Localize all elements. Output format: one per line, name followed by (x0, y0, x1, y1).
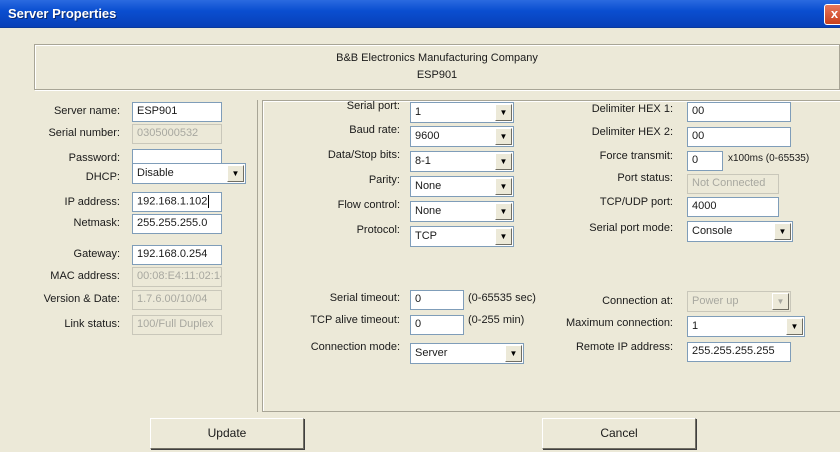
force-transmit-range: x100ms (0-65535) (728, 153, 810, 164)
chevron-down-icon[interactable]: ▼ (495, 128, 512, 145)
gateway-label: Gateway: (73, 248, 120, 260)
connection-mode-label: Connection mode: (310, 341, 400, 353)
delimiter-hex-2-label: Delimiter HEX 2: (591, 126, 673, 138)
ip-address-value: 192.168.1.102 (137, 195, 208, 208)
serial-port-mode-label: Serial port mode: (589, 222, 673, 234)
dhcp-value: Disable (137, 167, 174, 179)
chevron-down-icon[interactable]: ▼ (505, 345, 522, 362)
connection-mode-value: Server (415, 347, 448, 359)
mac-address-label: MAC address: (50, 270, 120, 282)
cancel-button[interactable]: Cancel (542, 418, 696, 449)
text-cursor (208, 195, 210, 208)
mac-address-field: 00:08:E4:11:02:14 (132, 267, 222, 287)
serial-number-label: Serial number: (48, 127, 120, 139)
chevron-down-icon[interactable]: ▼ (495, 178, 512, 195)
header-panel: B&B Electronics Manufacturing Company ES… (34, 44, 840, 90)
close-icon[interactable]: x (824, 4, 840, 25)
serial-port-value: 1 (415, 106, 422, 118)
remote-ip-label: Remote IP address: (575, 341, 673, 353)
gateway-input[interactable]: 192.168.0.254 (132, 245, 222, 265)
title-bar: Server Properties x (0, 0, 840, 28)
remote-ip-input[interactable]: 255.255.255.255 (687, 342, 791, 362)
dhcp-select[interactable]: Disable ▼ (132, 163, 246, 184)
serial-port-label: Serial port: (346, 100, 400, 112)
netmask-input[interactable]: 255.255.255.0 (132, 214, 222, 234)
connection-at-label: Connection at: (602, 295, 673, 307)
connection-at-value: Power up (692, 295, 739, 307)
serial-port-mode-select[interactable]: Console ▼ (687, 221, 793, 242)
baud-rate-value: 9600 (415, 130, 440, 142)
protocol-select[interactable]: TCP ▼ (410, 226, 514, 247)
version-date-field: 1.7.6.00/10/04 (132, 290, 222, 310)
chevron-down-icon[interactable]: ▼ (786, 318, 803, 335)
serial-port-mode-value: Console (692, 225, 733, 237)
flow-control-select[interactable]: None ▼ (410, 201, 514, 222)
server-name-input[interactable]: ESP901 (132, 102, 222, 122)
chevron-down-icon[interactable]: ▼ (495, 153, 512, 170)
window-title: Server Properties (8, 6, 117, 21)
ip-address-input[interactable]: 192.168.1.102 (132, 192, 222, 212)
link-status-field: 100/Full Duplex (132, 315, 222, 335)
chevron-down-icon[interactable]: ▼ (495, 203, 512, 220)
version-date-label: Version & Date: (43, 293, 120, 305)
server-name-label: Server name: (53, 105, 120, 117)
baud-rate-select[interactable]: 9600 ▼ (410, 126, 514, 147)
data-stop-bits-select[interactable]: 8-1 ▼ (410, 151, 514, 172)
company-name: B&B Electronics Manufacturing Company (336, 52, 538, 64)
parity-select[interactable]: None ▼ (410, 176, 514, 197)
ip-address-label: IP address: (64, 196, 120, 208)
chevron-down-icon: ▼ (772, 293, 789, 310)
chevron-down-icon[interactable]: ▼ (774, 223, 791, 240)
dhcp-label: DHCP: (85, 171, 120, 183)
port-status-label: Port status: (617, 172, 673, 184)
delimiter-hex-2-input[interactable]: 00 (687, 127, 791, 147)
delimiter-hex-1-label: Delimiter HEX 1: (591, 103, 673, 115)
force-transmit-input[interactable]: 0 (687, 151, 723, 171)
netmask-label: Netmask: (73, 217, 120, 229)
chevron-down-icon[interactable]: ▼ (227, 165, 244, 182)
data-stop-bits-label: Data/Stop bits: (327, 149, 400, 161)
connection-mode-select[interactable]: Server ▼ (410, 343, 524, 364)
update-button[interactable]: Update (150, 418, 304, 449)
serial-number-field: 0305000532 (132, 124, 222, 144)
serial-port-select[interactable]: 1 ▼ (410, 102, 514, 123)
maximum-connection-label: Maximum connection: (566, 317, 673, 329)
model-name: ESP901 (416, 69, 458, 81)
tcp-alive-timeout-input[interactable]: 0 (410, 315, 464, 335)
delimiter-hex-1-input[interactable]: 00 (687, 102, 791, 122)
link-status-label: Link status: (64, 318, 120, 330)
maximum-connection-value: 1 (692, 320, 699, 332)
connection-at-select: Power up ▼ (687, 291, 791, 312)
serial-timeout-range: (0-65535 sec) (468, 292, 536, 304)
password-label: Password: (68, 152, 120, 164)
parity-value: None (415, 180, 442, 192)
port-status-field: Not Connected (687, 174, 779, 194)
tcp-alive-timeout-range: (0-255 min) (468, 314, 525, 326)
chevron-down-icon[interactable]: ▼ (495, 104, 512, 121)
maximum-connection-select[interactable]: 1 ▼ (687, 316, 805, 337)
tcp-alive-timeout-label: TCP alive timeout: (310, 314, 400, 326)
chevron-down-icon[interactable]: ▼ (495, 228, 512, 245)
data-stop-bits-value: 8-1 (415, 155, 431, 167)
flow-control-value: None (415, 205, 442, 217)
serial-timeout-input[interactable]: 0 (410, 290, 464, 310)
protocol-value: TCP (415, 230, 437, 242)
protocol-label: Protocol: (356, 224, 400, 236)
serial-timeout-label: Serial timeout: (329, 292, 400, 304)
tcp-udp-port-label: TCP/UDP port: (599, 196, 673, 208)
tcp-udp-port-input[interactable]: 4000 (687, 197, 779, 217)
parity-label: Parity: (368, 174, 400, 186)
flow-control-label: Flow control: (337, 199, 400, 211)
baud-rate-label: Baud rate: (349, 124, 400, 136)
force-transmit-label: Force transmit: (599, 150, 673, 162)
